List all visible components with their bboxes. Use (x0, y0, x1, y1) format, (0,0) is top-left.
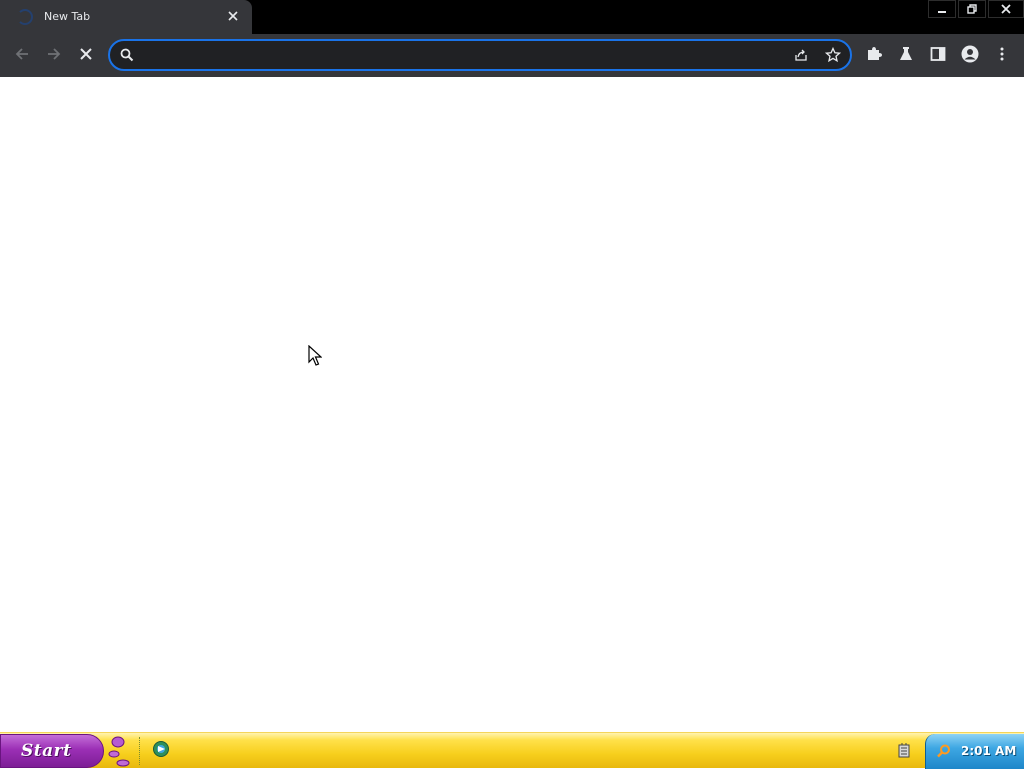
address-bar[interactable] (108, 39, 852, 71)
start-button[interactable]: Start (0, 734, 104, 768)
puzzle-icon (868, 47, 882, 60)
forward-button[interactable] (42, 42, 66, 66)
minimize-icon (938, 11, 946, 13)
page-content[interactable] (0, 77, 1024, 732)
stop-x-icon (80, 48, 92, 60)
back-button[interactable] (10, 42, 34, 66)
loading-spinner-icon (17, 9, 33, 25)
quick-launch-separator (139, 737, 140, 765)
browser-toolbar (0, 34, 1024, 77)
restore-button[interactable] (958, 0, 986, 18)
minimize-button[interactable] (928, 0, 956, 18)
window-controls (928, 0, 1024, 18)
share-icon (795, 49, 807, 61)
side-panel-button[interactable] (926, 42, 950, 66)
start-decoration-icon (108, 736, 130, 767)
taskbar: Start 2:01 AM (0, 732, 1024, 769)
stop-button[interactable] (74, 42, 98, 66)
start-label: Start (21, 741, 72, 761)
tab-title: New Tab (44, 10, 91, 23)
menu-button[interactable] (990, 42, 1014, 66)
clock-time: 2:01 AM (961, 744, 1017, 758)
browser-globe-icon[interactable] (152, 740, 170, 758)
side-panel-icon (930, 47, 946, 61)
window-close-button[interactable] (988, 0, 1024, 18)
network-icon[interactable] (896, 742, 912, 760)
bookmark-button[interactable] (824, 46, 842, 64)
tab-new-tab[interactable]: New Tab (0, 0, 252, 34)
arrow-left-icon (15, 48, 28, 60)
close-icon (1001, 4, 1011, 14)
system-tray-clock[interactable]: 2:01 AM (925, 734, 1024, 769)
extensions-button[interactable] (862, 42, 886, 66)
flask-icon (900, 47, 912, 60)
search-icon (118, 46, 136, 64)
labs-button[interactable] (894, 42, 918, 66)
arrow-right-icon (48, 48, 61, 60)
profile-button[interactable] (958, 42, 982, 66)
search-icon[interactable] (936, 743, 952, 759)
restore-icon (967, 4, 977, 14)
kebab-menu-icon (1000, 47, 1004, 61)
avatar-icon (961, 45, 979, 63)
close-icon (227, 11, 238, 21)
browser-titlebar: New Tab (0, 0, 1024, 34)
share-button[interactable] (792, 46, 810, 64)
star-icon (825, 47, 841, 63)
tab-close-button[interactable] (224, 8, 241, 25)
address-input[interactable] (140, 45, 780, 65)
mouse-cursor-icon (308, 345, 322, 366)
